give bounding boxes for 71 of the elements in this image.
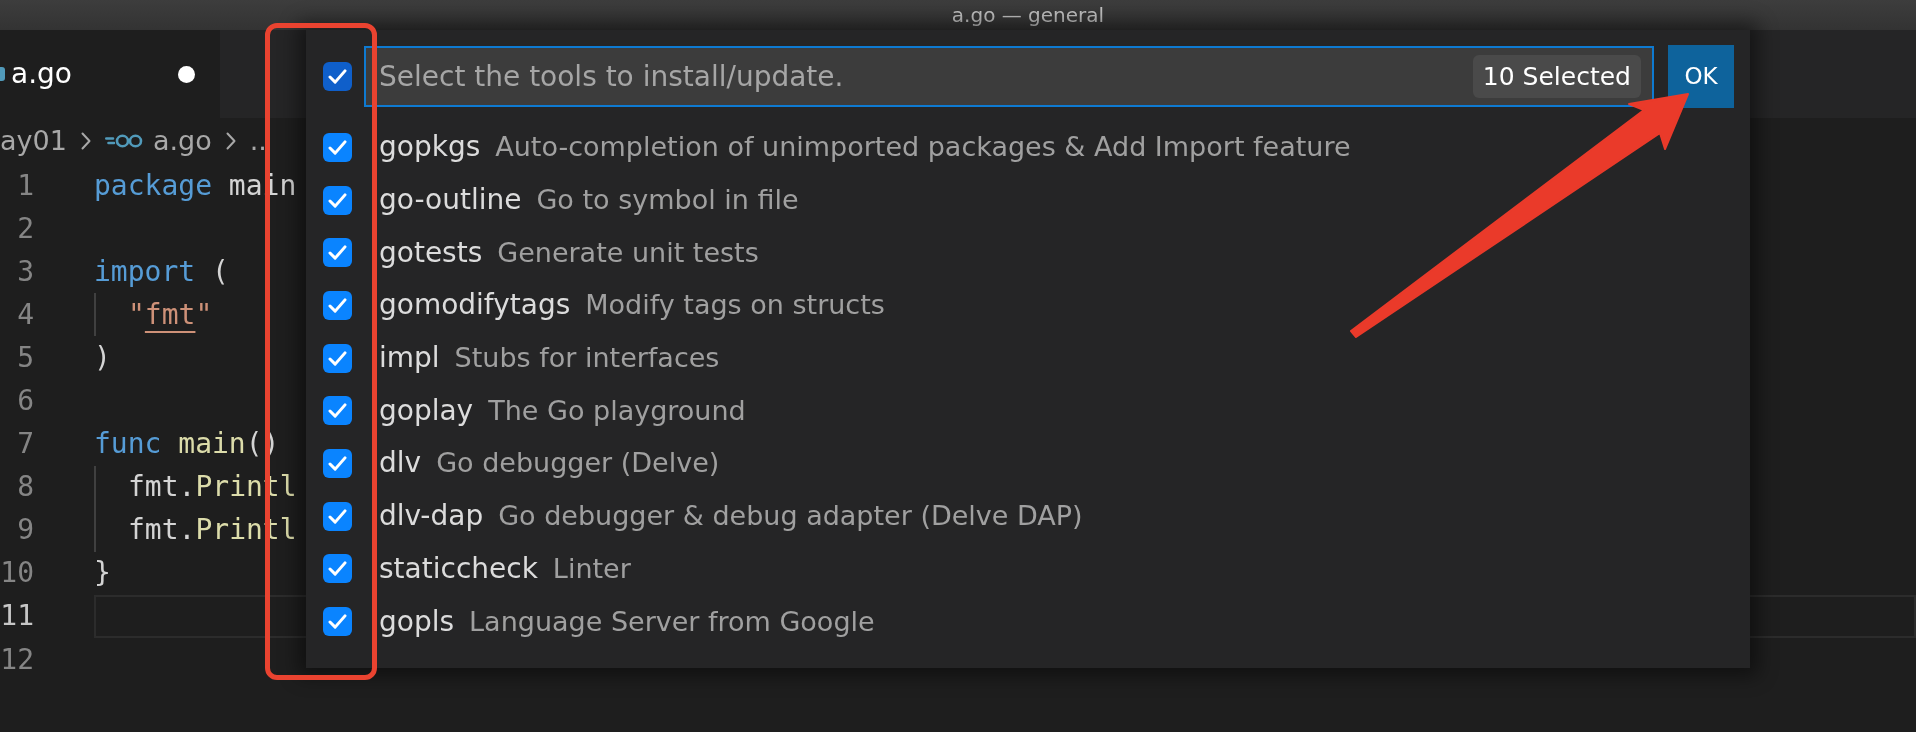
- line-number: 6: [16, 383, 34, 419]
- tool-name: impl: [379, 340, 440, 377]
- file-type-icon: [0, 67, 5, 81]
- tool-name: dlv: [379, 445, 422, 482]
- line-number: 3: [16, 253, 34, 290]
- tool-description: The Go playground: [488, 393, 746, 428]
- tool-description: Linter: [552, 551, 631, 586]
- code-line: "fmt": [128, 296, 213, 333]
- tool-name: gopkgs: [379, 129, 481, 166]
- breadcrumb-item[interactable]: a.go: [104, 120, 212, 162]
- checkbox[interactable]: [323, 62, 352, 91]
- tool-name: go-outline: [379, 182, 522, 219]
- code-line: import (: [94, 253, 229, 290]
- editor-tab[interactable]: a.go: [0, 30, 220, 118]
- checkmark-icon: [328, 139, 347, 155]
- tool-description: Auto-completion of unimported packages & Add Import feature: [495, 130, 1351, 165]
- checkmark-icon: [328, 455, 347, 471]
- window-title: a.go — general: [951, 5, 1105, 25]
- checkbox[interactable]: [323, 132, 352, 162]
- checkbox[interactable]: [323, 185, 352, 215]
- line-number: 2: [16, 210, 34, 247]
- tool-description: Modify tags on structs: [585, 288, 885, 323]
- tool-name: goplay: [379, 392, 474, 429]
- tool-name: gomodifytags: [379, 287, 571, 324]
- line-number: 10: [0, 555, 34, 592]
- line-number: 5: [16, 339, 34, 376]
- line-number: 7: [16, 426, 34, 463]
- line-number: 12: [0, 641, 34, 678]
- tool-description: Language Server from Google: [469, 604, 875, 639]
- tool-name: dlv-dap: [379, 498, 484, 535]
- line-number: 9: [16, 512, 34, 549]
- checkbox[interactable]: [323, 343, 352, 373]
- tool-name: gopls: [379, 603, 455, 640]
- line-number: 11: [0, 598, 34, 635]
- count-badge: 10 Selected: [1472, 54, 1641, 99]
- checkmark-icon: [328, 508, 347, 524]
- checkbox[interactable]: [323, 554, 352, 584]
- checkbox[interactable]: [323, 396, 352, 426]
- breadcrumb-item[interactable]: ..: [249, 120, 267, 162]
- checkmark-icon: [328, 350, 347, 366]
- checkmark-icon: [328, 192, 347, 208]
- breadcrumb-item[interactable]: ay01: [0, 120, 67, 162]
- checkmark-icon: [328, 614, 347, 630]
- file-type-icon: [104, 133, 143, 149]
- checkmark-icon: [328, 69, 347, 84]
- line-number: 4: [16, 296, 34, 333]
- checkmark-icon: [328, 245, 347, 261]
- tool-name: staticcheck: [379, 550, 538, 587]
- tool-description: Go debugger (Delve): [436, 446, 720, 481]
- code-line: ): [94, 339, 111, 376]
- tool-description: Go debugger & debug adapter (Delve DAP): [498, 499, 1083, 534]
- chevron-right-icon: [225, 132, 236, 150]
- checkmark-icon: [328, 403, 347, 419]
- checkbox[interactable]: [323, 501, 352, 531]
- code-line: }: [94, 555, 111, 592]
- checkbox[interactable]: [323, 290, 352, 320]
- checkmark-icon: [328, 561, 347, 577]
- chevron-right-icon: [80, 132, 91, 150]
- search-input[interactable]: Select the tools to install/update.: [379, 55, 1473, 98]
- ok-button[interactable]: OK: [1668, 45, 1734, 108]
- search-field[interactable]: Select the tools to install/update. 10 Selected: [364, 46, 1654, 107]
- tool-name: gotests: [379, 234, 483, 271]
- checkbox[interactable]: [323, 448, 352, 478]
- line-number: 1: [16, 167, 34, 204]
- tool-description: Generate unit tests: [497, 235, 759, 270]
- checkmark-icon: [328, 297, 347, 313]
- tool-description: Go to symbol in file: [536, 183, 799, 218]
- line-number: 8: [16, 469, 34, 506]
- checkbox[interactable]: [323, 238, 352, 268]
- tool-description: Stubs for interfaces: [454, 341, 720, 376]
- checkbox[interactable]: [323, 607, 352, 637]
